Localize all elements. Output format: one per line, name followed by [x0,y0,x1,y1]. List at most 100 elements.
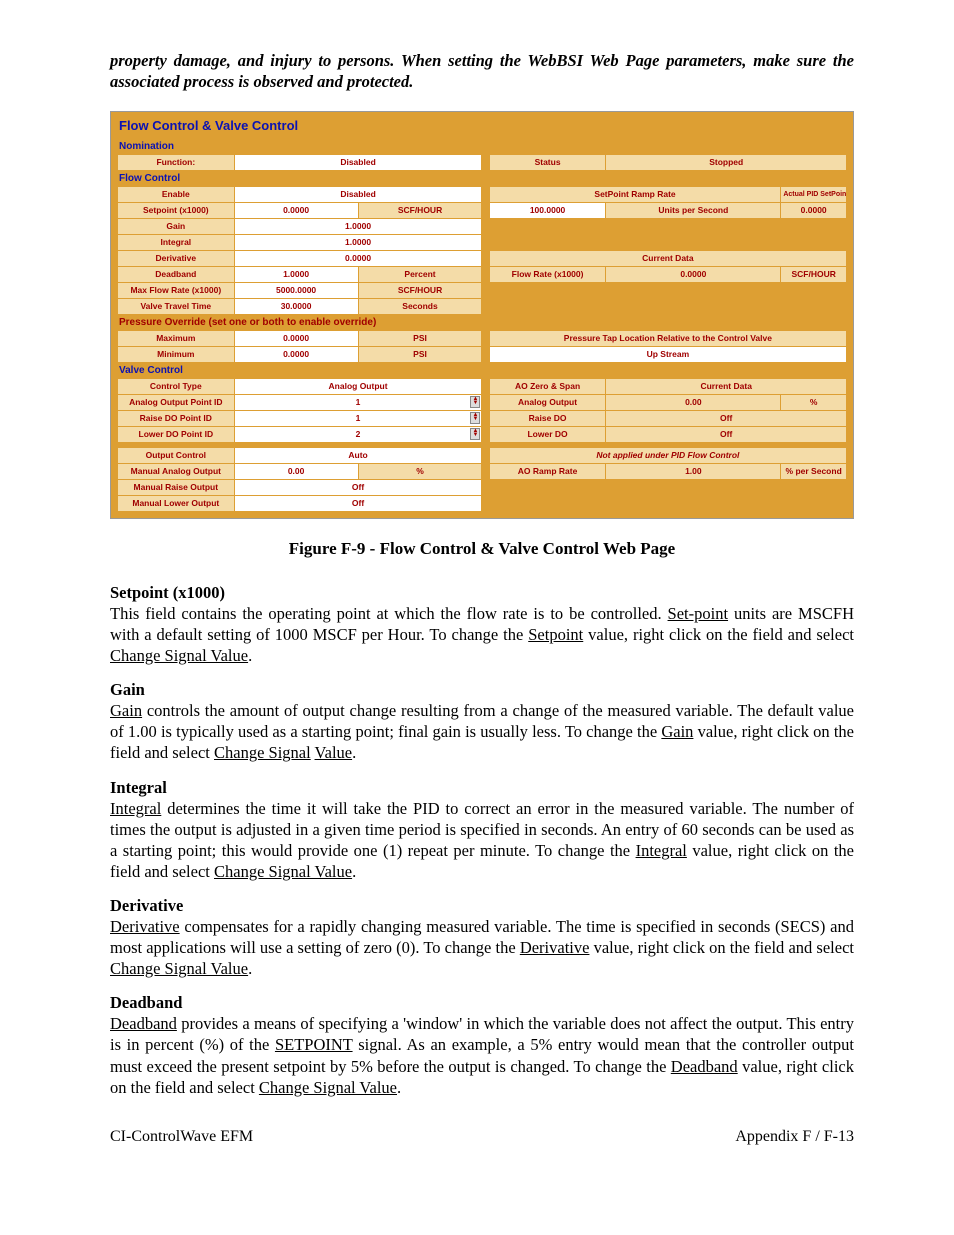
value-setpointramp[interactable]: 100.0000 [489,202,606,218]
label-taploc: Pressure Tap Location Relative to the Co… [489,330,846,346]
figure-caption: Figure F-9 - Flow Control & Valve Contro… [110,539,854,559]
footer-left: CI-ControlWave EFM [110,1128,253,1146]
value-function[interactable]: Disabled [234,154,482,170]
unit-scfhour2: SCF/HOUR [781,266,847,282]
panel-title: Flow Control & Valve Control [117,116,847,139]
heading-derivative: Derivative [110,896,854,916]
label-maxflow: Max Flow Rate (x1000) [118,282,235,298]
label-currentdata: Current Data [489,250,846,266]
unit-psi: PSI [358,330,482,346]
heading-setpoint: Setpoint (x1000) [110,583,854,603]
value-manualraise[interactable]: Off [234,479,482,495]
label-manualraise: Manual Raise Output [118,479,235,495]
label-outputctl: Output Control [118,447,235,463]
label-flowrate: Flow Rate (x1000) [489,266,606,282]
value-integral[interactable]: 1.0000 [234,234,482,250]
value-travel[interactable]: 30.0000 [234,298,358,314]
label-notapplied: Not applied under PID Flow Control [489,447,846,463]
value-deadband[interactable]: 1.0000 [234,266,358,282]
section-nomination: Nomination [117,139,847,154]
valvecontrol-table: Control Type Analog Output AO Zero & Spa… [117,378,847,443]
heading-integral: Integral [110,778,854,798]
label-maximum: Maximum [118,330,235,346]
value-enable[interactable]: Disabled [234,186,482,202]
label-manuallower: Manual Lower Output [118,495,235,511]
intro-text: property damage, and injury to persons. … [110,50,854,93]
pressure-table: Maximum 0.0000 PSI Pressure Tap Location… [117,330,847,363]
value-gain[interactable]: 1.0000 [234,218,482,234]
value-maximum[interactable]: 0.0000 [234,330,358,346]
unit-scfhour: SCF/HOUR [358,202,482,218]
page-footer: CI-ControlWave EFM Appendix F / F-13 [110,1128,854,1146]
unit-scfhour3: SCF/HOUR [358,282,482,298]
label-derivative: Derivative [118,250,235,266]
para-integral: Integral determines the time it will tak… [110,798,854,882]
label-analogout: Analog Output [489,394,606,410]
section-pressure: Pressure Override (set one or both to en… [117,315,847,330]
label-status: Status [489,154,606,170]
label-setpoint: Setpoint (x1000) [118,202,235,218]
section-flowcontrol: Flow Control [117,171,847,186]
heading-deadband: Deadband [110,993,854,1013]
label-raisedo: Raise DO [489,410,606,426]
label-aoramp: AO Ramp Rate [489,463,606,479]
value-aoramp: 1.00 [606,463,781,479]
value-flowrate: 0.0000 [606,266,781,282]
label-currentdata2: Current Data [606,378,847,394]
value-upstream[interactable]: Up Stream [489,346,846,362]
control-panel: Flow Control & Valve Control Nomination … [110,111,854,519]
value-derivative[interactable]: 0.0000 [234,250,482,266]
value-raisepoint[interactable]: 1▲▼ [234,410,482,426]
label-integral: Integral [118,234,235,250]
label-gain: Gain [118,218,235,234]
unit-seconds: Seconds [358,298,482,314]
label-deadband: Deadband [118,266,235,282]
value-outputctl[interactable]: Auto [234,447,482,463]
para-setpoint: This field contains the operating point … [110,603,854,666]
value-maxflow[interactable]: 5000.0000 [234,282,358,298]
flowcontrol-table: Enable Disabled SetPoint Ramp Rate Actua… [117,186,847,315]
label-minimum: Minimum [118,346,235,362]
para-gain: Gain controls the amount of output chang… [110,700,854,763]
para-derivative: Derivative compensates for a rapidly cha… [110,916,854,979]
unit-pctpersec: % per Second [781,463,847,479]
value-actualpid: 0.0000 [781,202,847,218]
value-setpoint[interactable]: 0.0000 [234,202,358,218]
label-raisepoint: Raise DO Point ID [118,410,235,426]
value-aopoint[interactable]: 1▲▼ [234,394,482,410]
value-aocurrent: 0.00 [606,394,781,410]
para-deadband: Deadband provides a means of specifying … [110,1013,854,1097]
output-control-table: Output Control Auto Not applied under PI… [117,447,847,512]
label-actualpid: Actual PID SetPoint [781,186,847,202]
spinner-icon[interactable]: ▲▼ [470,412,480,424]
unit-percent: Percent [358,266,482,282]
value-lowerdo: Off [606,426,847,442]
value-status: Stopped [606,154,847,170]
unit-pct: % [781,394,847,410]
label-function: Function: [118,154,235,170]
value-ctltype[interactable]: Analog Output [234,378,482,394]
value-lowerpoint[interactable]: 2▲▼ [234,426,482,442]
unit-pct2: % [358,463,482,479]
unit-psi2: PSI [358,346,482,362]
label-travel: Valve Travel Time [118,298,235,314]
spinner-icon[interactable]: ▲▼ [470,396,480,408]
label-ctltype: Control Type [118,378,235,394]
label-enable: Enable [118,186,235,202]
section-valvecontrol: Valve Control [117,363,847,378]
value-manualanalog[interactable]: 0.00 [234,463,358,479]
label-lowerpoint: Lower DO Point ID [118,426,235,442]
label-aozero: AO Zero & Span [489,378,606,394]
heading-gain: Gain [110,680,854,700]
label-lowerdo: Lower DO [489,426,606,442]
spinner-icon[interactable]: ▲▼ [470,428,480,440]
value-raisedo: Off [606,410,847,426]
unit-ups: Units per Second [606,202,781,218]
footer-right: Appendix F / F-13 [735,1128,854,1146]
value-manuallower[interactable]: Off [234,495,482,511]
label-aopoint: Analog Output Point ID [118,394,235,410]
label-manualanalog: Manual Analog Output [118,463,235,479]
value-minimum[interactable]: 0.0000 [234,346,358,362]
nomination-table: Function: Disabled Status Stopped [117,154,847,171]
label-setpointramp: SetPoint Ramp Rate [489,186,781,202]
